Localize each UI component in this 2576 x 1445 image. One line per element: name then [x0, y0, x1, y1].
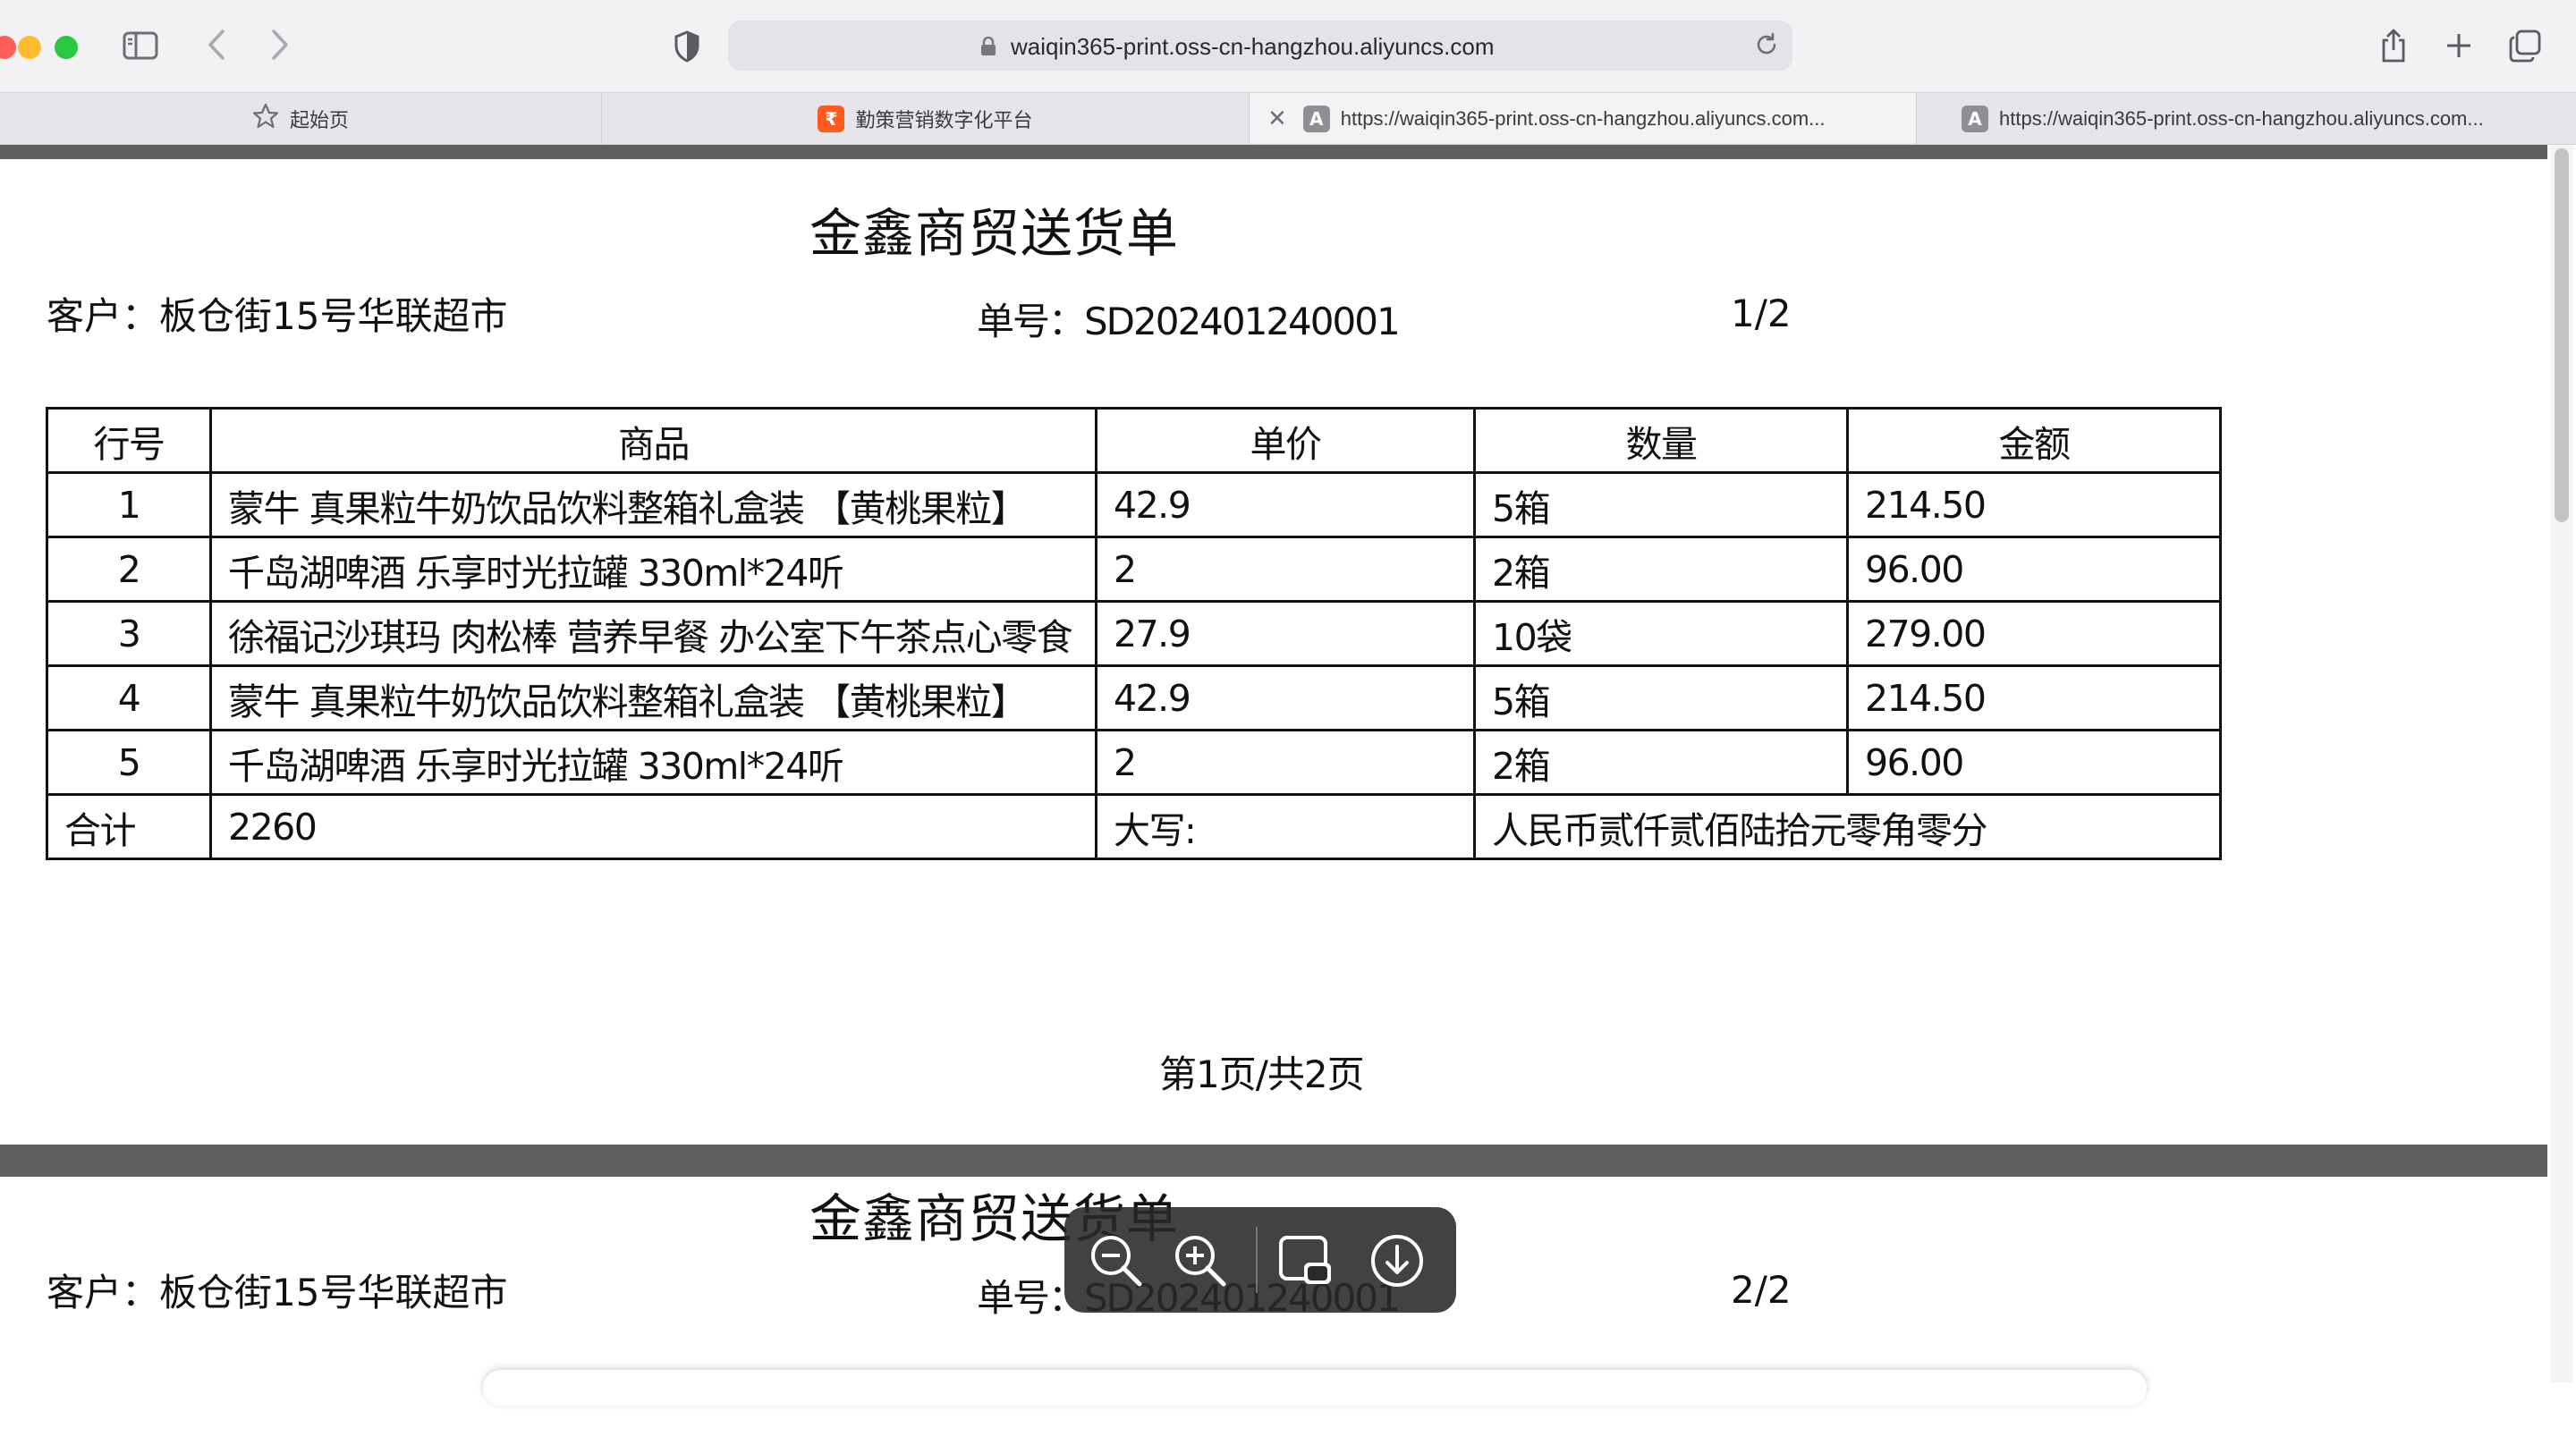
tab-label: https://waiqin365-print.oss-cn-hangzhou.… [1999, 106, 2484, 130]
scrollbar-thumb[interactable] [2555, 148, 2569, 522]
zoom-out-icon[interactable] [1086, 1230, 1147, 1291]
line-no: 1 [46, 471, 212, 538]
line-no: 5 [46, 729, 212, 796]
uppercase-value: 人民币贰仟贰佰陆拾元零角零分 [1473, 793, 2222, 860]
download-icon[interactable] [1367, 1230, 1428, 1291]
minimize-window-button[interactable] [18, 36, 41, 59]
tab-print-url[interactable]: A https://waiqin365-print.oss-cn-hangzho… [1917, 93, 2576, 144]
share-icon[interactable] [2374, 23, 2413, 68]
new-tab-icon[interactable] [2439, 23, 2479, 68]
table-row: 5 千岛湖啤酒 乐享时光拉罐 330ml*24听 2 2箱 96.00 [46, 729, 2222, 796]
qince-favicon-icon: ₹ [818, 105, 845, 132]
product-name: 千岛湖啤酒 乐享时光拉罐 330ml*24听 [209, 536, 1097, 603]
browser-toolbar: waiqin365-print.oss-cn-hangzhou.aliyuncs… [0, 0, 2576, 93]
zoom-in-icon[interactable] [1170, 1230, 1231, 1291]
bottom-overlay-panel [483, 1370, 2147, 1406]
total-label: 合计 [46, 793, 212, 860]
unit-price: 42.9 [1095, 664, 1476, 731]
vertical-scrollbar[interactable] [2550, 145, 2573, 1382]
table-row: 1 蒙牛 真果粒牛奶饮品饮料整箱礼盒装 【黄桃果粒】 42.9 5箱 214.5… [46, 471, 2222, 538]
quantity: 2箱 [1473, 729, 1849, 796]
pdf-floating-controls [1064, 1207, 1456, 1313]
close-tab-icon[interactable]: ✕ [1267, 106, 1287, 132]
uppercase-label: 大写: [1095, 793, 1476, 860]
back-icon[interactable] [199, 25, 234, 64]
total-value: 2260 [209, 793, 1097, 860]
quantity: 5箱 [1473, 471, 1849, 538]
pdf-page-1: 金鑫商贸送货单 客户：板仓街15号华联超市 单号：SD202401240001 … [0, 159, 2547, 1289]
lock-icon [980, 36, 996, 60]
letter-a-favicon-icon: A [1962, 105, 1988, 132]
letter-a-favicon-icon: A [1302, 105, 1330, 132]
sidebar-toggle-icon[interactable] [120, 28, 161, 63]
amount: 214.50 [1846, 664, 2222, 731]
tab-qince-platform[interactable]: ₹ 勤策营销数字化平台 [602, 93, 1250, 144]
product-name: 徐福记沙琪玛 肉松棒 营养早餐 办公室下午茶点心零食 [209, 600, 1097, 667]
line-no: 4 [46, 664, 212, 731]
line-no: 2 [46, 536, 212, 603]
unit-price: 2 [1095, 729, 1476, 796]
unit-price: 42.9 [1095, 471, 1476, 538]
amount: 279.00 [1846, 600, 2222, 667]
table-row: 2 千岛湖啤酒 乐享时光拉罐 330ml*24听 2 2箱 96.00 [46, 536, 2222, 603]
tab-start-page[interactable]: 起始页 [0, 93, 602, 144]
header-quantity: 数量 [1473, 407, 1849, 474]
page-index: 1/2 [1731, 292, 1792, 335]
pdf-viewer[interactable]: 金鑫商贸送货单 客户：板仓街15号华联超市 单号：SD202401240001 … [0, 145, 2547, 1445]
tab-bar: 起始页 ₹ 勤策营销数字化平台 ✕ A https://waiqin365-pr… [0, 93, 2576, 145]
table-row: 3 徐福记沙琪玛 肉松棒 营养早餐 办公室下午茶点心零食 27.9 10袋 27… [46, 600, 2222, 667]
tab-overview-icon[interactable] [2504, 25, 2546, 66]
product-name: 千岛湖啤酒 乐享时光拉罐 330ml*24听 [209, 729, 1097, 796]
table-total-row: 合计 2260 大写: 人民币贰仟贰佰陆拾元零角零分 [46, 793, 2222, 860]
tab-print-url-active[interactable]: ✕ A https://waiqin365-print.oss-cn-hangz… [1250, 93, 1917, 144]
page-footer: 第1页/共2页 [1159, 1052, 1365, 1096]
page-separator [0, 145, 2547, 159]
product-name: 蒙牛 真果粒牛奶饮品饮料整箱礼盒装 【黄桃果粒】 [209, 664, 1097, 731]
amount: 96.00 [1846, 729, 2222, 796]
unit-price: 2 [1095, 536, 1476, 603]
quantity: 2箱 [1473, 536, 1849, 603]
amount: 214.50 [1846, 471, 2222, 538]
privacy-shield-icon[interactable] [669, 27, 705, 66]
document-title: 金鑫商贸送货单 [809, 203, 1180, 264]
header-product: 商品 [209, 407, 1097, 474]
unit-price: 27.9 [1095, 600, 1476, 667]
header-amount: 金额 [1846, 407, 2222, 474]
product-name: 蒙牛 真果粒牛奶饮品饮料整箱礼盒装 【黄桃果粒】 [209, 471, 1097, 538]
close-window-button[interactable] [0, 36, 16, 59]
quantity: 5箱 [1473, 664, 1849, 731]
line-no: 3 [46, 600, 212, 667]
tab-label: https://waiqin365-print.oss-cn-hangzhou.… [1340, 106, 1826, 130]
table-row: 4 蒙牛 真果粒牛奶饮品饮料整箱礼盒装 【黄桃果粒】 42.9 5箱 214.5… [46, 664, 2222, 731]
page-separator [0, 1145, 2547, 1177]
zoom-window-button[interactable] [55, 36, 78, 59]
tab-label: 起始页 [289, 108, 349, 131]
open-in-preview-icon[interactable] [1275, 1230, 1336, 1291]
tab-label: 勤策营销数字化平台 [855, 108, 1033, 131]
controls-divider [1256, 1227, 1258, 1293]
order-number: 单号：SD202401240001 [977, 300, 1401, 343]
amount: 96.00 [1846, 536, 2222, 603]
url-text: waiqin365-print.oss-cn-hangzhou.aliyuncs… [1011, 33, 1495, 60]
header-line-no: 行号 [46, 407, 212, 474]
customer-name: 客户：板仓街15号华联超市 [47, 294, 508, 338]
table-header-row: 行号 商品 单价 数量 金额 [46, 407, 2222, 474]
star-icon [252, 103, 279, 135]
forward-icon[interactable] [262, 25, 298, 64]
header-unit-price: 单价 [1095, 407, 1476, 474]
quantity: 10袋 [1473, 600, 1849, 667]
page-index: 2/2 [1731, 1268, 1792, 1312]
reload-icon[interactable] [1753, 31, 1782, 60]
customer-name: 客户：板仓街15号华联超市 [47, 1271, 508, 1314]
delivery-items-table: 行号 商品 单价 数量 金额 1 蒙牛 真果粒牛奶饮品饮料整箱礼盒装 【黄桃果粒… [46, 407, 2222, 860]
address-bar[interactable]: waiqin365-print.oss-cn-hangzhou.aliyuncs… [728, 21, 1792, 71]
